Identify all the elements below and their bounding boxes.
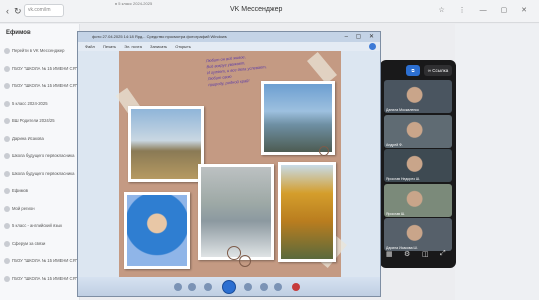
flower-decoration <box>239 255 251 267</box>
rotate-left-icon[interactable] <box>260 283 268 291</box>
participant-name: Данила Москаленко <box>386 108 419 112</box>
viewer-window-controls-icon[interactable]: – ▢ ✕ <box>345 33 377 40</box>
sidebar-chat-item[interactable]: 5 класс 2024-2025 <box>4 100 78 107</box>
avatar <box>4 258 10 264</box>
avatar <box>4 100 10 107</box>
viewer-menu: Файл Печать Эл. почта Записать Открыть <box>78 42 380 51</box>
viewer-title: фото 27.04.2025 14:18 Ярд... Средство пр… <box>78 32 380 42</box>
menu-item[interactable]: Эл. почта <box>124 44 142 49</box>
window-controls-icon[interactable]: ☆ ⋮ — ▢ ✕ <box>438 6 533 14</box>
participant-tile[interactable]: Дарина Исакова Ш. <box>384 218 452 251</box>
sidebar-chat-label: ГБОУ "ШКОЛА № 15 ИМЕНИ СЯ" <box>12 275 78 281</box>
sidebar-chat-label: Школа будущего первокласника <box>12 153 75 159</box>
participant-name: Ярослав Недорез Ш. <box>386 177 420 181</box>
sidebar-chat-label: Дарина Исакова <box>12 135 44 141</box>
link-button[interactable]: ∞ Ссылка <box>424 65 452 76</box>
refresh-icon[interactable]: ↻ <box>14 6 22 17</box>
avatar <box>4 170 10 177</box>
browser-toolbar: ‹ ↻ vk.com/im в 5 класс 2024-2025 VK Мес… <box>0 0 539 23</box>
sidebar-chat-label: ГБОУ "ШКОЛА № 15 ИМЕНИ СЯ" <box>12 83 78 89</box>
avatar <box>4 205 10 212</box>
avatar <box>4 83 10 89</box>
sidebar-chat-item[interactable]: ГБОУ "ШКОЛА № 15 ИМЕНИ СЯ" <box>4 275 78 282</box>
actual-size-icon[interactable] <box>188 283 196 291</box>
slideshow-button[interactable] <box>222 280 236 294</box>
menu-item[interactable]: Печать <box>103 44 116 49</box>
sidebar-chat-item[interactable]: Мой регион <box>4 205 78 212</box>
back-icon[interactable]: ‹ <box>6 6 9 16</box>
sidebar-chat-item[interactable]: ГБОУ "ШКОЛА № 15 ИМЕНИ СЯ" <box>4 65 78 72</box>
participant-tile[interactable]: Андрей Ф. <box>384 114 452 148</box>
sidebar-chat-label: ГБОУ "ШКОЛА № 15 ИМЕНИ СЯ" <box>12 258 78 264</box>
share-screen-button[interactable]: ⧉ <box>406 65 420 76</box>
rotate-right-icon[interactable] <box>274 283 282 291</box>
zoom-icon[interactable] <box>174 283 182 291</box>
previous-icon[interactable] <box>204 283 212 291</box>
sidebar-chat-item[interactable]: ВШ Родители 2024/25 <box>4 118 78 124</box>
chat-sidebar: Ефимов Перейти в VK Мессенджер ГБОУ "ШКОЛ… <box>0 24 80 300</box>
tape-decoration <box>306 52 338 84</box>
avatar <box>4 48 10 54</box>
photo-viewer-window: фото 27.04.2025 14:18 Ярд... Средство пр… <box>77 31 381 297</box>
photo-canvas: Любит он всё живое, Всё вокруг уважает, … <box>78 51 380 277</box>
sidebar-chat-label: ВШ Родители 2024/25 <box>12 118 55 124</box>
sidebar-chat-item[interactable]: ГБОУ "ШКОЛА № 15 ИМЕНИ СЯ" <box>4 258 78 264</box>
participant-tile[interactable]: Данила Москаленко <box>384 80 452 113</box>
avatar <box>4 275 10 282</box>
sidebar-chat-item[interactable]: 5 класс - английский язык <box>4 223 78 229</box>
delete-icon[interactable] <box>292 283 300 291</box>
avatar <box>4 65 10 72</box>
sidebar-chat-label: ГБОУ "ШКОЛА № 15 ИМЕНИ СЯ" <box>12 65 78 71</box>
participant-name: Андрей Ф. <box>386 142 403 147</box>
sidebar-chat-label: Ефимов <box>12 188 29 194</box>
sidebar-chat-item[interactable]: Школа будущего первокласника <box>4 153 78 159</box>
photo-boy-sea <box>261 81 335 155</box>
call-panel: ⧉ ∞ Ссылка Данила Москаленко Андрей Ф. Яро… <box>380 60 456 268</box>
participant-name: Ярослав Ш. <box>386 211 406 216</box>
sidebar-chat-label: 5 класс 2024-2025 <box>12 100 48 106</box>
help-icon[interactable] <box>369 43 376 50</box>
sidebar-chat-label: Сферум за связи <box>12 240 46 246</box>
avatar <box>4 153 10 159</box>
sidebar-chat-item[interactable]: Ефимов <box>4 188 78 194</box>
viewer-toolbar <box>78 277 380 296</box>
notification-text: в 5 класс 2024-2025 <box>115 1 153 6</box>
avatar <box>4 240 10 247</box>
photo-boy-hood <box>124 192 190 269</box>
grid-icon[interactable]: ▦ <box>386 250 393 258</box>
sidebar-chat-label: Перейти в VK Мессенджер <box>12 48 65 54</box>
avatar <box>4 188 10 194</box>
settings-icon[interactable]: ⚙ <box>404 250 410 258</box>
avatar <box>4 223 10 229</box>
photo-autumn <box>278 162 336 262</box>
layout-icon[interactable]: ◫ <box>422 250 429 258</box>
right-panel <box>455 24 539 300</box>
browser-title: VK Мессенджер <box>230 6 283 13</box>
menu-item[interactable]: Открыть <box>175 44 191 49</box>
scrapbook-page: Любит он всё живое, Всё вокруг уважает, … <box>115 51 348 277</box>
participant-tile[interactable]: Ярослав Недорез Ш. <box>384 149 452 182</box>
avatar <box>4 135 10 142</box>
menu-item[interactable]: Файл <box>85 44 95 49</box>
sidebar-chat-item[interactable]: Сферум за связи <box>4 240 78 247</box>
sidebar-chat-item[interactable]: ГБОУ "ШКОЛА № 15 ИМЕНИ СЯ" <box>4 83 78 89</box>
link-label: Ссылка <box>432 68 449 73</box>
photo-boy-hill <box>128 106 204 182</box>
avatar <box>4 118 10 124</box>
sidebar-chat-item[interactable]: Дарина Исакова <box>4 135 78 142</box>
fullscreen-icon[interactable]: ⤢ <box>440 250 446 258</box>
flower-decoration <box>319 146 329 156</box>
sidebar-chat-item[interactable]: Перейти в VK Мессенджер <box>4 48 78 54</box>
sidebar-chat-label: Школа будущего первокласника <box>12 170 75 176</box>
sidebar-chat-item[interactable]: Школа будущего первокласника <box>4 170 78 177</box>
participant-tile[interactable]: Ярослав Ш. <box>384 183 452 217</box>
address-bar[interactable]: vk.com/im <box>24 4 64 17</box>
sidebar-chat-label: Мой регион <box>12 205 35 211</box>
next-icon[interactable] <box>244 283 252 291</box>
sidebar-chat-label: 5 класс - английский язык <box>12 223 63 229</box>
menu-item[interactable]: Записать <box>150 44 167 49</box>
sidebar-header: Ефимов <box>6 30 31 36</box>
link-icon: ∞ <box>427 68 431 73</box>
